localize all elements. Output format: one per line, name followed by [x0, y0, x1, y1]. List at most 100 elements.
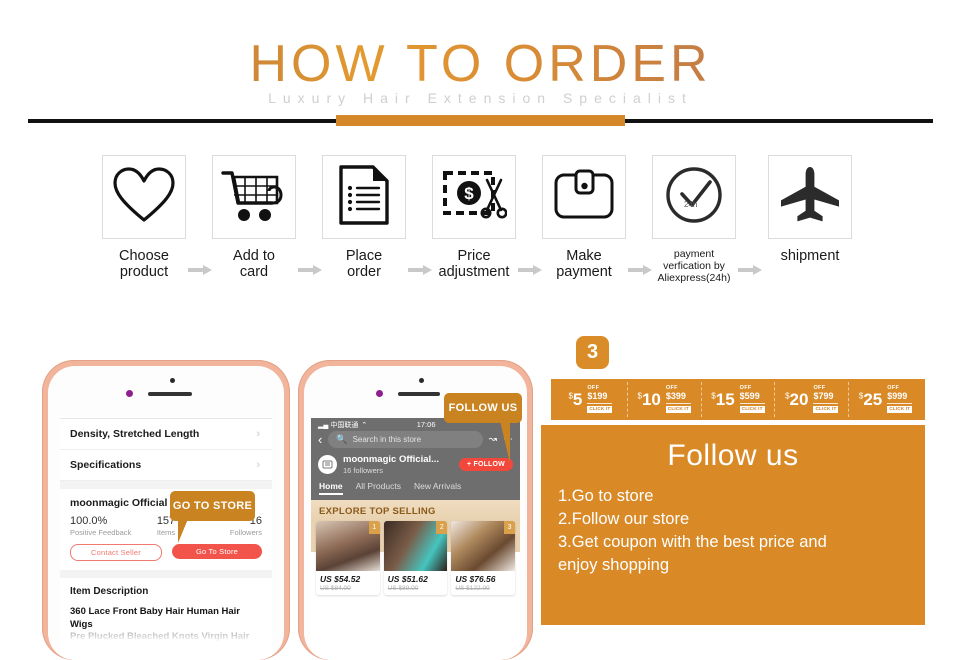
share-icon[interactable]: ↝ [489, 434, 497, 445]
store-followers: 16 followers [343, 466, 384, 475]
step-icon-box [212, 155, 296, 239]
search-icon: 🔍 [336, 434, 348, 444]
callout-go-to-store: GO TO STORE [170, 491, 255, 521]
product-card[interactable]: 2 US $51.62 US $89.00 [383, 521, 448, 595]
page-title: HOW TO ORDER [0, 34, 961, 94]
shopping-cart-icon [221, 166, 287, 229]
store-actions: Contact Seller Go To Store [70, 544, 262, 561]
stat-value: 100.0% [70, 515, 108, 527]
signal-icon: ▂▄ [318, 421, 329, 429]
store-name: moonmagic Official... [343, 454, 440, 465]
coupon-value: 15 [715, 390, 735, 409]
callout-tail [500, 421, 510, 463]
coupon-cta[interactable]: CLICK IT [813, 405, 839, 413]
step-make-payment: Make payment [536, 155, 632, 280]
stat-label: Positive Feedback [70, 528, 132, 537]
follow-step: enjoy shopping [558, 556, 670, 574]
back-icon[interactable]: ‹ [318, 433, 322, 446]
step-label: Choose product [119, 248, 169, 280]
section-title-explore: EXPLORE TOP SELLING [311, 500, 520, 521]
product-image: 1 [316, 521, 380, 571]
heart-icon [112, 166, 176, 229]
go-to-store-button[interactable]: Go To Store [172, 544, 262, 559]
carrier-label: 中国联通 [330, 421, 359, 429]
step-icon-box: 24h [652, 155, 736, 239]
row-label: Specifications [70, 459, 142, 471]
document-icon [338, 164, 390, 231]
step-arrow [738, 265, 762, 275]
airplane-icon [779, 166, 841, 229]
chevron-right-icon: › [256, 459, 260, 471]
follow-step: 2.Follow our store [558, 510, 690, 528]
follow-us-steps: 1.Go to store 2.Follow our store 3.Get c… [541, 485, 925, 577]
price-scissors-icon: $ [441, 166, 508, 229]
coupon-cta[interactable]: CLICK IT [665, 405, 691, 413]
phone2-screen: ▂▄ 中国联通 ⌃ 17:06 ‹ 🔍 Search in this store [311, 418, 520, 660]
tab-all-products[interactable]: All Products [356, 481, 401, 495]
search-input[interactable]: 🔍 Search in this store [328, 431, 483, 448]
stat-positive-feedback: 100.0% Positive Feedback [70, 515, 134, 537]
product-price: US $76.56 [455, 574, 496, 584]
product-card[interactable]: 1 US $54.52 US $84.00 [316, 521, 380, 595]
step-place-order: Place order [316, 155, 412, 280]
coupon-detail: OFF $999 CLICK IT [887, 386, 913, 413]
coupon-item[interactable]: $5 OFF $199 CLICK IT [554, 382, 628, 417]
stat-label: Followers [229, 528, 262, 537]
product-original-price: US $122.00 [455, 585, 490, 592]
store-identity: moonmagic Official... 16 followers + FOL… [318, 454, 513, 475]
follow-us-title: Follow us [667, 439, 799, 472]
coupon-min-spend: $599 [739, 391, 765, 404]
rank-badge: 1 [368, 521, 380, 534]
item-description-body-cut: Pre Plucked Bleached Knots Virgin Hair [70, 631, 250, 642]
step-label: shipment [780, 248, 840, 264]
coupon-cta[interactable]: CLICK IT [887, 405, 913, 413]
step-price-adjustment: $ Price adjustment [426, 155, 522, 280]
coupon-item[interactable]: $20 OFF $799 CLICK IT [775, 382, 850, 417]
coupon-detail: OFF $399 CLICK IT [665, 386, 691, 413]
product-original-price: US $84.00 [320, 585, 351, 592]
coupon-value: 10 [641, 390, 661, 409]
coupon-value: 5 [572, 390, 583, 409]
coupon-item[interactable]: $15 OFF $599 CLICK IT [702, 382, 776, 417]
coupon-value: 25 [863, 390, 883, 409]
product-price: US $54.52 [320, 574, 361, 584]
step-payment-verification: 24h payment verfication by Aliexpress(24h) [646, 155, 742, 284]
step-shipment: shipment [762, 155, 858, 264]
coupon-amount: $15 [711, 391, 734, 408]
list-item[interactable]: Density, Stretched Length › [60, 419, 272, 450]
page-subtitle: Luxury Hair Extension Specialist [268, 90, 693, 106]
coupon-cta[interactable]: CLICK IT [587, 405, 613, 413]
step-label: payment verfication by Aliexpress(24h) [657, 248, 731, 284]
store-tabs: Home All Products New Arrivals [311, 481, 520, 500]
coupon-detail: OFF $799 CLICK IT [813, 386, 839, 413]
coupon-item[interactable]: $10 OFF $399 CLICK IT [628, 382, 702, 417]
header: HOW TO ORDER Luxury Hair Extension Speci… [0, 0, 961, 130]
callout-follow-us: FOLLOW US [444, 393, 522, 423]
step-icon-box: $ [432, 155, 516, 239]
step-label: Add to card [233, 248, 275, 280]
coupon-detail: OFF $199 CLICK IT [587, 386, 613, 413]
chevron-right-icon: › [256, 428, 260, 440]
section-divider [60, 570, 272, 578]
how-to-order-infographic: HOW TO ORDER Luxury Hair Extension Speci… [0, 0, 961, 660]
contact-seller-button[interactable]: Contact Seller [70, 544, 162, 561]
coupon-amount: $20 [785, 391, 808, 408]
product-image: 3 [451, 521, 516, 571]
order-steps: Choose product Add to card Place order $… [0, 155, 961, 300]
follow-step: 3.Get coupon with the best price and [558, 533, 827, 551]
coupon-min-spend: $799 [813, 391, 839, 404]
coupon-min-spend: $199 [587, 391, 613, 404]
svg-text:$: $ [464, 184, 474, 203]
step-icon-box [322, 155, 406, 239]
item-description-body: 360 Lace Front Baby Hair Human Hair Wigs [70, 606, 240, 630]
list-item[interactable]: Specifications › [60, 450, 272, 481]
section-divider [60, 481, 272, 489]
coupon-value: 20 [789, 390, 809, 409]
coupon-cta[interactable]: CLICK IT [739, 405, 765, 413]
tab-new-arrivals[interactable]: New Arrivals [414, 481, 461, 495]
step-label: Place order [345, 248, 383, 280]
coupon-item[interactable]: $25 OFF $999 CLICK IT [849, 382, 922, 417]
tab-home[interactable]: Home [319, 481, 343, 495]
product-card[interactable]: 3 US $76.56 US $122.00 [451, 521, 516, 595]
step-choose-product: Choose product [96, 155, 192, 280]
